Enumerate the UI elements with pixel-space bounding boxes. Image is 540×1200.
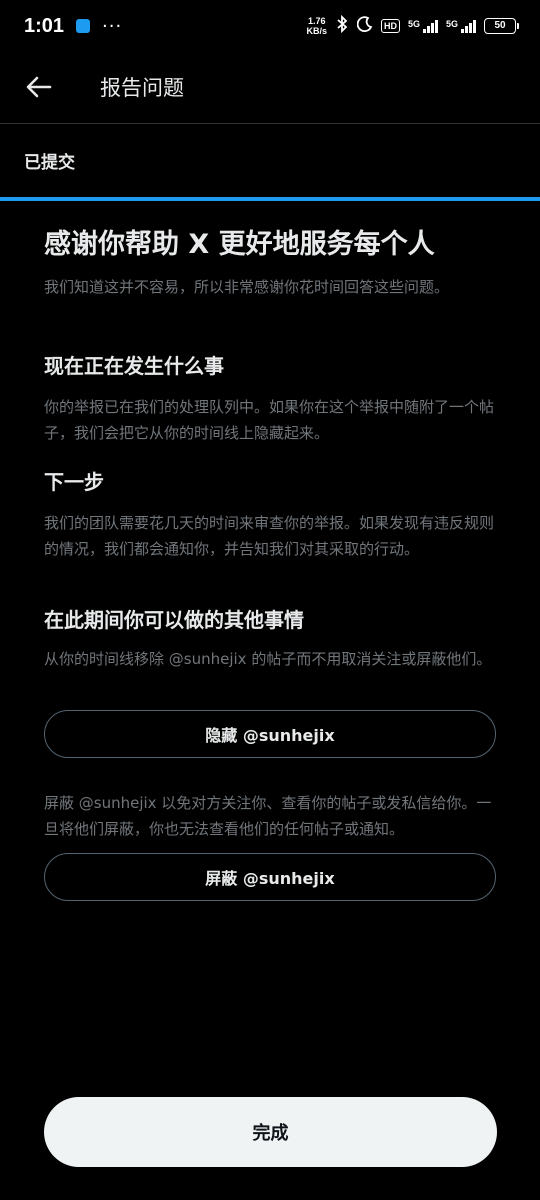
hide-user-button[interactable]: 隐藏 @sunhejix <box>44 710 496 758</box>
thank-you-subtitle: 我们知道这并不容易，所以非常感谢你花时间回答这些问题。 <box>44 278 450 296</box>
back-button[interactable] <box>22 70 56 104</box>
moon-icon <box>356 15 373 37</box>
progress-bar <box>0 197 540 201</box>
more-notifications-icon: ··· <box>102 15 123 37</box>
network-speed: 1.76 KB/s <box>306 16 327 36</box>
status-time: 1:01 <box>24 14 65 37</box>
progress-fill <box>0 197 540 201</box>
section-body-what-happens: 你的举报已在我们的处理队列中。如果你在这个举报中随附了一个帖子，我们会把它从你的… <box>44 398 495 442</box>
done-button[interactable]: 完成 <box>44 1097 497 1167</box>
top-app-bar: 报告问题 <box>0 52 540 122</box>
app-notification-icon <box>76 19 91 33</box>
thank-you-title: 感谢你帮助 X 更好地服务每个人 <box>44 229 435 260</box>
signal-sim2-icon: 5G <box>446 19 476 33</box>
block-user-button[interactable]: 屏蔽 @sunhejix <box>44 853 496 901</box>
bluetooth-icon <box>335 14 349 38</box>
block-description: 屏蔽 @sunhejix 以免对方关注你、查看你的帖子或发私信给你。一旦将他们屏… <box>44 794 492 838</box>
signal-sim1-icon: 5G <box>408 19 438 33</box>
tab-submitted: 已提交 <box>24 153 75 173</box>
signal-sim2-label: 5G <box>445 19 458 29</box>
section-heading-what-happens: 现在正在发生什么事 <box>44 354 224 378</box>
signal-sim1-label: 5G <box>407 19 420 29</box>
status-tab: 已提交 <box>0 124 540 196</box>
status-left: 1:01 ··· <box>24 15 122 38</box>
section-heading-other-actions: 在此期间你可以做的其他事情 <box>44 608 304 632</box>
report-submitted-screen: 1:01 ··· 1.76 KB/s HD 5G 5G 50 报告问题 已提交 … <box>0 0 540 1200</box>
status-right: 1.76 KB/s HD 5G 5G 50 <box>306 14 519 38</box>
section-heading-next-step: 下一步 <box>44 470 104 494</box>
battery-icon: 50 <box>484 18 519 34</box>
page-title: 报告问题 <box>100 76 184 100</box>
status-bar: 1:01 ··· 1.76 KB/s HD 5G 5G 50 <box>0 0 540 52</box>
network-speed-value: 1.76 <box>307 16 326 26</box>
back-arrow-icon <box>26 76 52 98</box>
section-body-next-step: 我们的团队需要花几天的时间来审查你的举报。如果发现有违反规则的情况，我们都会通知… <box>44 514 495 558</box>
section-body-other-actions: 从你的时间线移除 @sunhejix 的帖子而不用取消关注或屏蔽他们。 <box>44 650 492 668</box>
hd-voice-icon: HD <box>380 19 400 33</box>
network-speed-unit: KB/s <box>306 26 327 36</box>
